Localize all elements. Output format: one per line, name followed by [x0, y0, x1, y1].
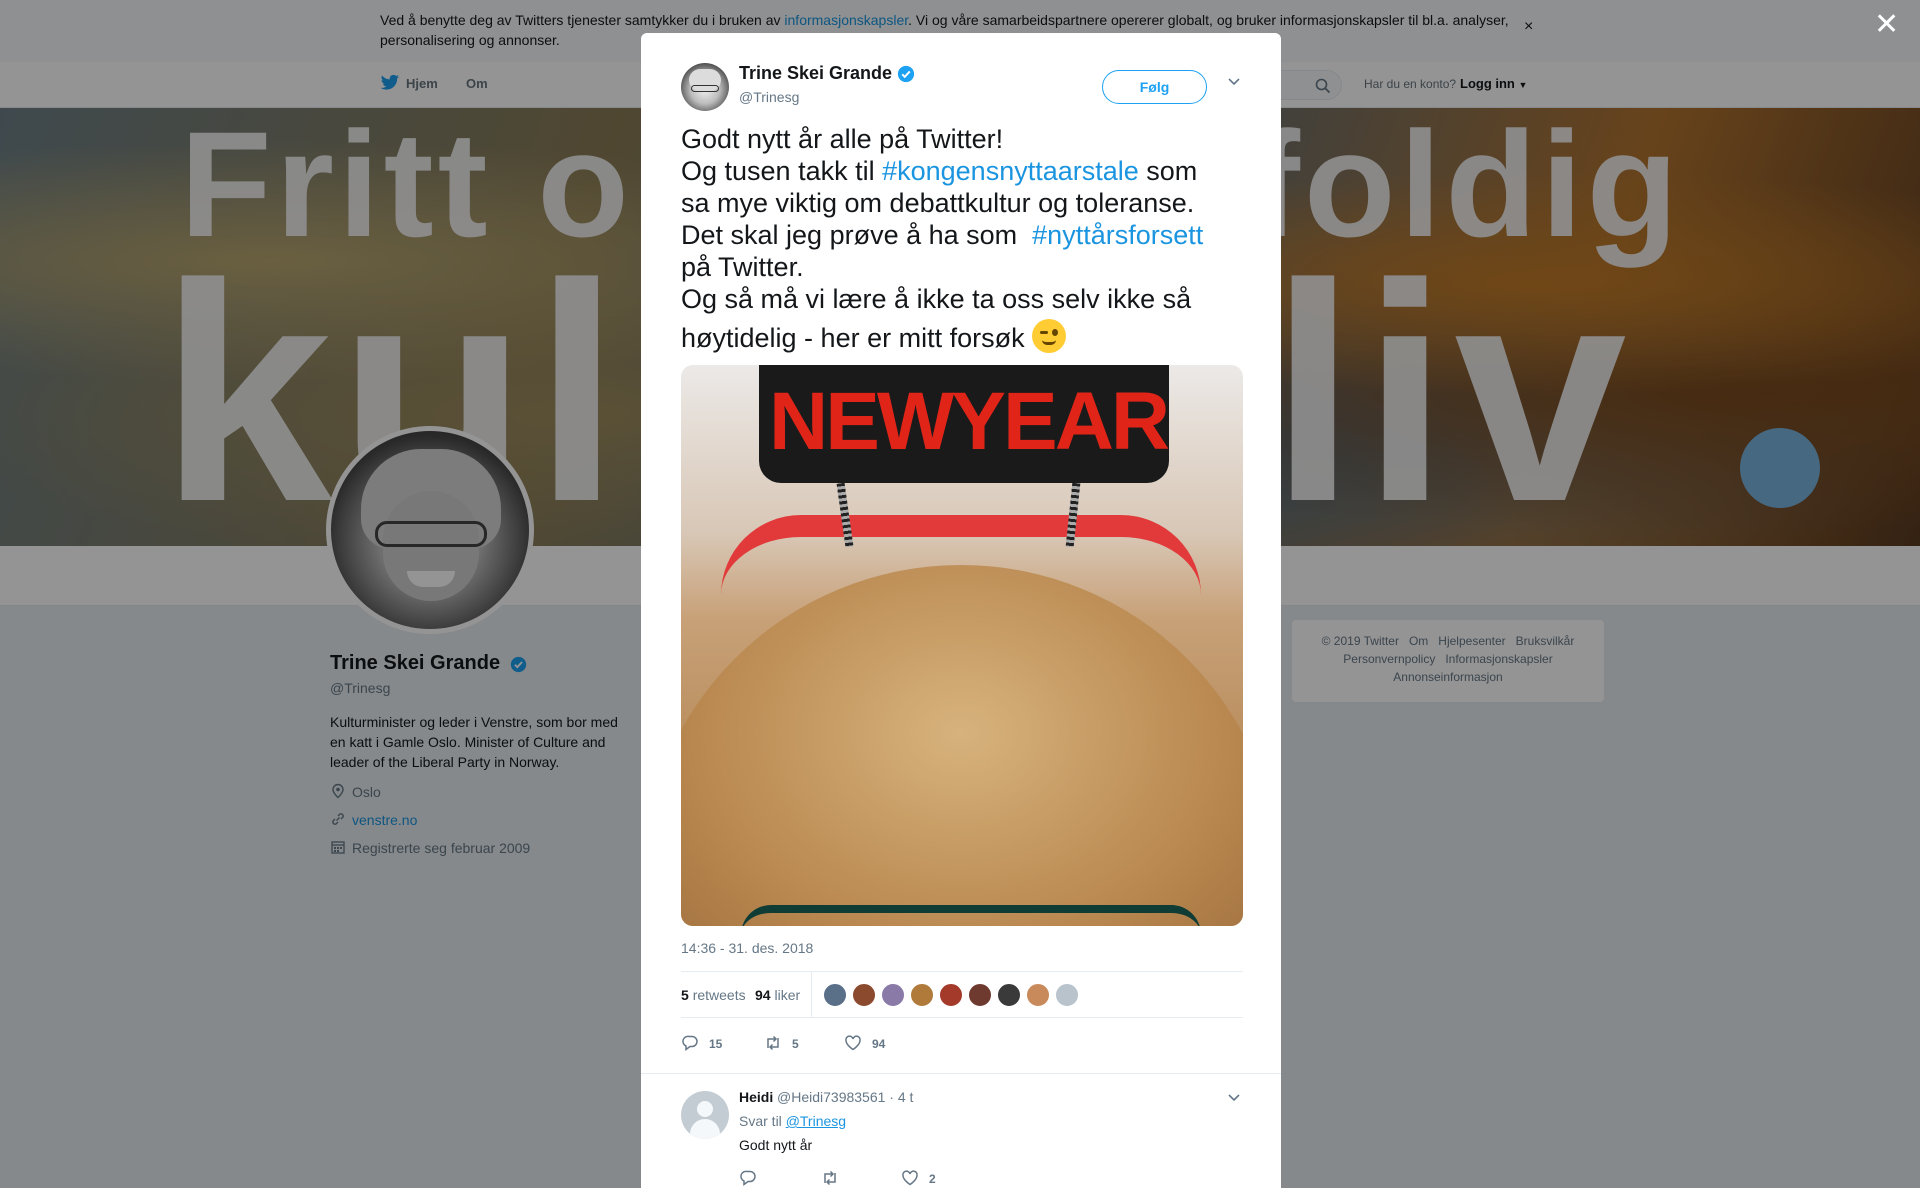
- reply-author-handle[interactable]: @Heidi73983561 · 4 t: [777, 1089, 913, 1105]
- close-icon[interactable]: ✕: [1874, 10, 1899, 40]
- retweets-stat[interactable]: 5 retweets: [681, 987, 746, 1003]
- likes-stat[interactable]: 94 liker: [755, 987, 800, 1003]
- tweet-stats: 5 retweets 94 liker: [681, 971, 1243, 1018]
- liker-avatar[interactable]: [881, 983, 905, 1007]
- reply-icon: [682, 1035, 698, 1051]
- chevron-down-icon[interactable]: [1227, 1093, 1241, 1103]
- tweet-actions: 15 5 94: [681, 1028, 1243, 1058]
- liker-avatar[interactable]: [910, 983, 934, 1007]
- photo-sign-text: NEWYEAR: [769, 376, 1170, 467]
- liker-avatar[interactable]: [1026, 983, 1050, 1007]
- tweet-text: Godt nytt år alle på Twitter! Og tusen t…: [681, 124, 1204, 353]
- liker-avatar[interactable]: [968, 983, 992, 1007]
- divider: [641, 1073, 1281, 1081]
- reply-author-name[interactable]: Heidi: [739, 1089, 773, 1105]
- liker-avatar[interactable]: [852, 983, 876, 1007]
- reply-actions: 2: [739, 1169, 1139, 1188]
- reply-icon: [740, 1170, 756, 1186]
- hashtag-link[interactable]: #nyttårsforsett: [1032, 220, 1203, 250]
- winking-face-emoji: [1032, 319, 1067, 353]
- tweet-author-name[interactable]: Trine Skei Grande: [739, 63, 892, 84]
- reply-author-avatar[interactable]: [681, 1091, 729, 1139]
- reply-button[interactable]: [739, 1169, 767, 1187]
- like-button[interactable]: 2: [901, 1169, 936, 1187]
- liker-avatar[interactable]: [997, 983, 1021, 1007]
- retweet-icon: [767, 1035, 779, 1051]
- chevron-down-icon[interactable]: [1227, 77, 1241, 87]
- reply-to-line: Svar til @Trinesg: [739, 1113, 847, 1129]
- retweet-button[interactable]: 5: [764, 1034, 799, 1052]
- liker-avatar[interactable]: [1055, 983, 1079, 1007]
- reply-text: Godt nytt år: [739, 1137, 813, 1153]
- tweet-author-handle[interactable]: @Trinesg: [739, 89, 799, 105]
- tweet-modal: Trine Skei Grande @Trinesg Følg Godt nyt…: [641, 33, 1281, 1188]
- heart-icon: [902, 1170, 918, 1186]
- follow-button[interactable]: Følg: [1102, 70, 1207, 104]
- heart-icon: [845, 1035, 861, 1051]
- reply-button[interactable]: 15: [681, 1034, 722, 1052]
- liker-avatar[interactable]: [823, 983, 847, 1007]
- verified-icon: [897, 65, 915, 83]
- like-button[interactable]: 94: [844, 1034, 885, 1052]
- reply-to-handle-link[interactable]: @Trinesg: [786, 1113, 846, 1129]
- retweet-icon: [824, 1170, 836, 1186]
- retweet-button[interactable]: [821, 1169, 849, 1187]
- tweet-timestamp[interactable]: 14:36 - 31. des. 2018: [681, 940, 813, 956]
- tweet-author-avatar[interactable]: [681, 63, 729, 111]
- tweet-photo[interactable]: NEWYEAR: [681, 365, 1243, 926]
- liker-avatar[interactable]: [939, 983, 963, 1007]
- hashtag-link[interactable]: #kongensnyttaarstale: [882, 156, 1139, 186]
